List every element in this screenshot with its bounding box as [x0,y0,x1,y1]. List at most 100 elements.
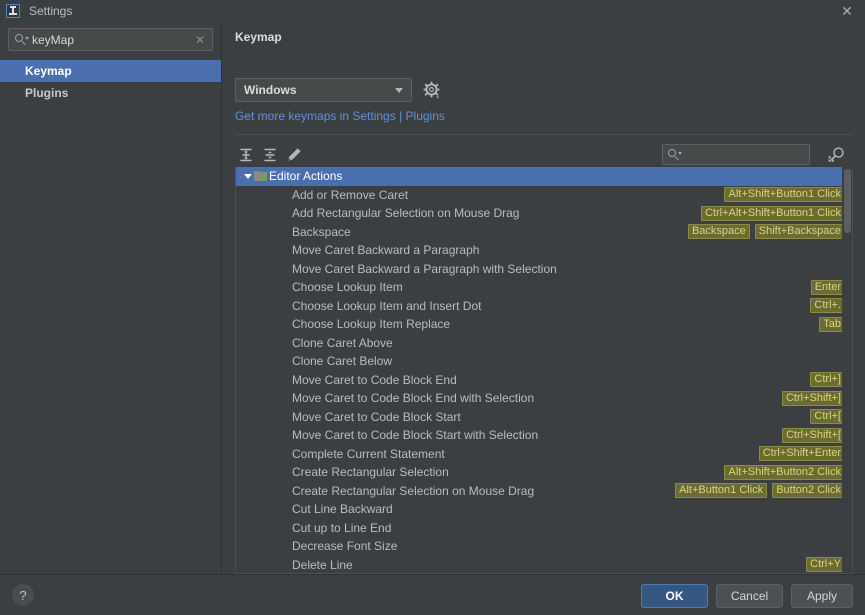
sidebar-search-box[interactable]: ✕ [8,28,213,51]
shortcut-badges: Enter [810,279,845,295]
search-icon [668,148,682,161]
tree-row[interactable]: Add Rectangular Selection on Mouse Drag C… [236,204,852,223]
tree-row[interactable]: Move Caret to Code Block Start Ctrl+[ [236,408,852,427]
tree-row-label: Move Caret to Code Block End with Select… [292,391,535,406]
title-bar: Settings ✕ [0,0,865,21]
edit-shortcut-icon[interactable] [283,144,305,166]
sidebar-search-wrap: ✕ [0,21,221,51]
keymap-tree[interactable]: Editor Actions Add or Remove Caret Alt+Shi… [235,167,853,574]
tree-row[interactable]: Complete Current Statement Ctrl+Shift+Ent… [236,445,852,464]
tree-row[interactable]: Add or Remove Caret Alt+Shift+Button1 Cli… [236,186,852,205]
settings-dialog: Settings ✕ ✕ Keymap Plugins Keymap W [0,0,865,615]
tree-row[interactable]: Cut up to Line End [236,519,852,538]
tree-row[interactable]: Delete Line Ctrl+Y [236,556,852,574]
tree-row-label: Add Rectangular Selection on Mouse Drag [292,206,520,221]
tree-group-row[interactable]: Editor Actions [236,167,852,186]
tree-row[interactable]: Choose Lookup Item Replace Tab [236,315,852,334]
tree-row-label: Create Rectangular Selection [292,465,449,480]
tree-row-label: Backspace [292,224,351,239]
cancel-button[interactable]: Cancel [716,584,783,608]
shortcut-badge: Ctrl+Y [806,557,845,572]
tree-row-label: Clone Caret Above [292,335,393,350]
tree-row-label: Move Caret Backward a Paragraph [292,243,480,258]
gear-icon[interactable] [423,81,442,100]
tree-row[interactable]: Decrease Font Size [236,537,852,556]
shortcut-badge: Backspace [687,224,750,239]
tree-row[interactable]: Move Caret to Code Block Start with Sele… [236,426,852,445]
tree-row[interactable]: Create Rectangular Selection on Mouse Dr… [236,482,852,501]
close-icon[interactable]: ✕ [839,3,855,19]
shortcut-badge: Ctrl+Shift+] [781,390,845,406]
keymap-select-value: Windows [244,83,297,97]
chevron-down-icon[interactable] [241,173,254,179]
shortcut-badge: Ctrl+Shift+Enter [758,446,845,461]
intellij-idea-icon [6,3,20,18]
tree-row-label: Choose Lookup Item Replace [292,317,451,332]
expand-all-icon[interactable] [235,144,257,166]
shortcut-badge: Button2 Click [772,483,845,498]
shortcut-badges: Ctrl+Shift+[ [781,427,845,443]
tree-row[interactable]: Move Caret to Code Block End with Select… [236,389,852,408]
shortcut-badge: Ctrl+. [810,298,845,313]
clear-icon[interactable]: ✕ [192,34,208,46]
tree-row[interactable]: Choose Lookup Item Enter [236,278,852,297]
tree-row-label: Add or Remove Caret [292,187,409,202]
tree-row-label: Clone Caret Below [292,354,393,369]
tree-row[interactable]: Create Rectangular Selection Alt+Shift+Bu… [236,463,852,482]
tree-row-label: Complete Current Statement [292,446,445,461]
collapse-all-icon[interactable] [259,144,281,166]
main-panel: Keymap Windows Get more keymaps in Setti… [223,21,865,574]
shortcut-badges: Ctrl+Shift+Enter [758,446,845,461]
tree-toolbar [235,143,853,167]
sidebar-item-keymap[interactable]: Keymap [0,60,221,82]
tree-row-label: Create Rectangular Selection on Mouse Dr… [292,483,535,498]
keymap-select[interactable]: Windows [235,78,412,102]
dialog-footer: ? OK Cancel Apply CSDN@深: [0,574,865,615]
help-button[interactable]: ? [12,584,34,606]
tree-search-box[interactable] [662,144,810,165]
shortcut-badge: Ctrl+[ [810,409,845,424]
tree-rows: Editor Actions Add or Remove Caret Alt+Shi… [236,167,852,574]
chevron-down-icon [395,87,403,93]
tree-row[interactable]: Backspace Backspace Shift+Backspace [236,223,852,242]
shortcut-badges: Ctrl+. [810,298,845,313]
settings-search-input[interactable] [32,32,192,47]
tree-row-label: Move Caret to Code Block Start [292,409,461,424]
tree-scrollbar-thumb[interactable] [844,169,851,233]
shortcut-badges: Ctrl+Alt+Shift+Button1 Click [700,205,845,221]
shortcut-badges: Ctrl+Y [806,557,845,572]
search-icon [15,33,29,46]
tree-row[interactable]: Move Caret Backward a Paragraph with Sel… [236,260,852,279]
window-title: Settings [29,3,73,18]
tree-row[interactable]: Choose Lookup Item and Insert Dot Ctrl+. [236,297,852,316]
tree-row-label: Choose Lookup Item [292,280,403,295]
tree-row-label: Move Caret Backward a Paragraph with Sel… [292,261,557,276]
tree-row-label: Move Caret to Code Block Start with Sele… [292,428,539,443]
sidebar-nav: Keymap Plugins [0,60,221,104]
find-by-shortcut-icon[interactable] [825,144,847,166]
ok-button[interactable]: OK [641,584,708,608]
tree-row-label: Decrease Font Size [292,539,398,554]
shortcut-badge: Ctrl+Shift+[ [781,427,845,443]
tree-scrollbar[interactable] [842,167,852,573]
tree-row-label: Delete Line [292,557,353,572]
apply-button[interactable]: Apply [791,584,853,608]
tree-row[interactable]: Cut Line Backward [236,500,852,519]
shortcut-badges: Ctrl+Shift+] [781,390,845,406]
tree-row[interactable]: Move Caret Backward a Paragraph [236,241,852,260]
get-more-keymaps-link[interactable]: Get more keymaps in Settings | Plugins [235,109,445,123]
shortcut-badge: Ctrl+Alt+Shift+Button1 Click [700,205,845,221]
tree-row[interactable]: Clone Caret Below [236,352,852,371]
shortcut-badges: Alt+Button1 Click Button2 Click [675,483,845,498]
sidebar: ✕ Keymap Plugins [0,21,222,574]
shortcut-badge: Alt+Shift+Button1 Click [724,187,845,202]
tree-row-label: Move Caret to Code Block End [292,372,457,387]
shortcut-badges: Backspace Shift+Backspace [687,224,845,239]
tree-row-label: Cut Line Backward [292,502,393,517]
actions-search-input[interactable] [684,147,809,162]
tree-row[interactable]: Clone Caret Above [236,334,852,353]
tree-row[interactable]: Move Caret to Code Block End Ctrl+] [236,371,852,390]
sidebar-item-plugins[interactable]: Plugins [0,82,221,104]
shortcut-badge: Alt+Button1 Click [675,483,768,498]
shortcut-badge: Alt+Shift+Button2 Click [724,464,845,480]
